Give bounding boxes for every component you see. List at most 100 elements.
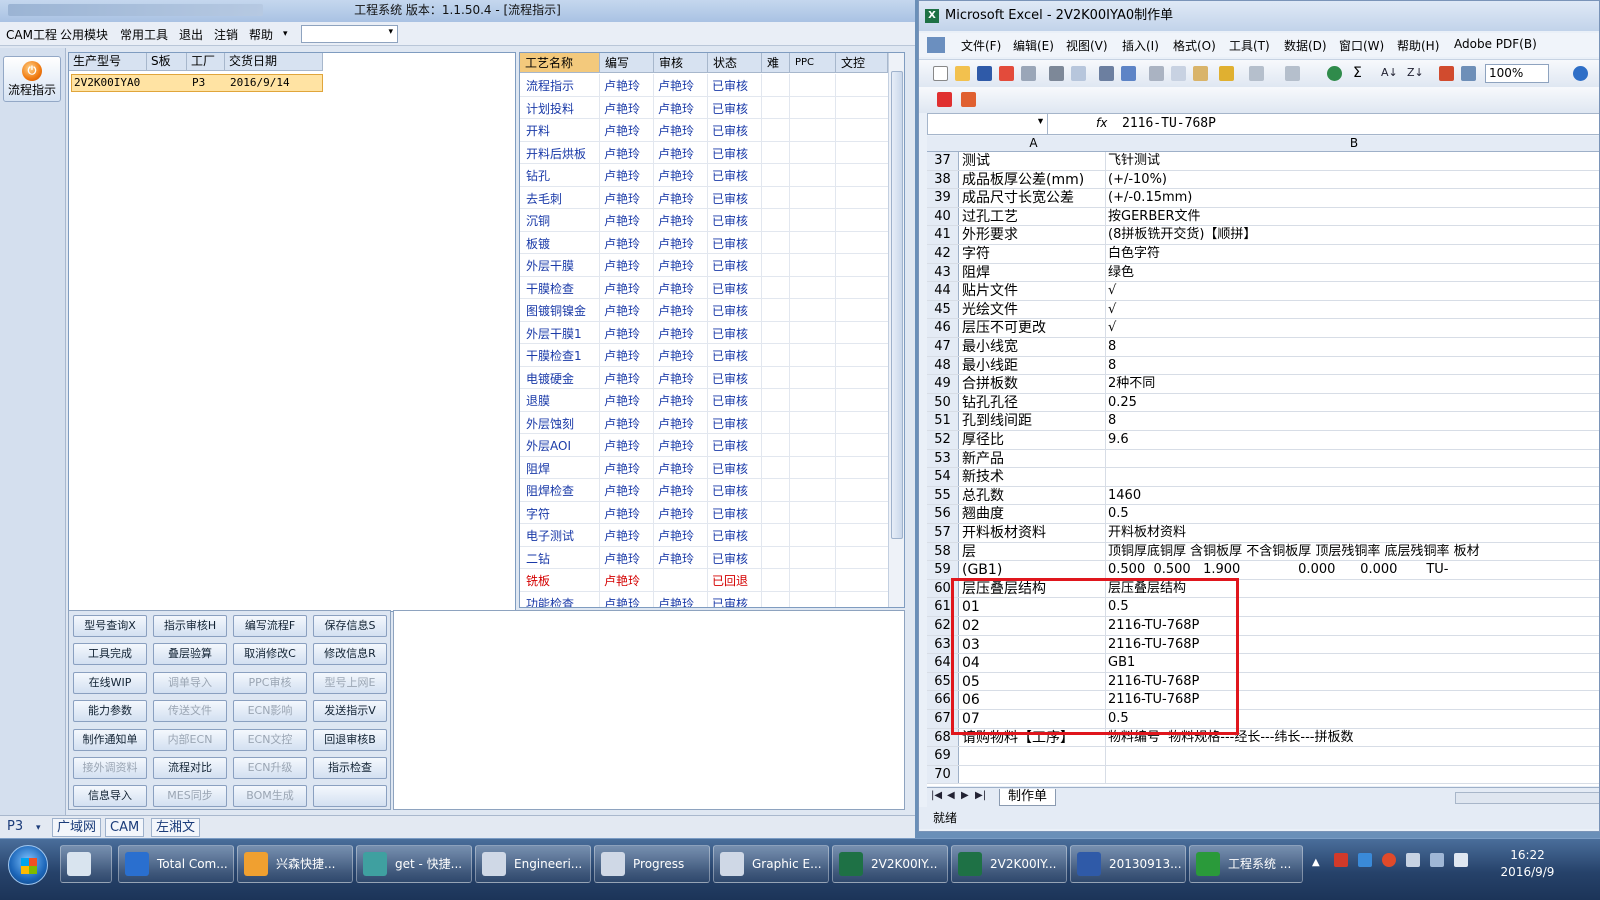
- tray-volume-icon[interactable]: [1454, 853, 1468, 867]
- tray-g-icon[interactable]: [1382, 853, 1396, 867]
- cell-b[interactable]: 开料板材资料: [1107, 524, 1599, 542]
- process-row[interactable]: 字符 卢艳玲 卢艳玲 已审核: [520, 501, 888, 524]
- cell-b[interactable]: 8: [1107, 338, 1599, 356]
- row-number[interactable]: 56: [927, 505, 959, 523]
- action-button-6-3[interactable]: [313, 785, 387, 808]
- row-number[interactable]: 70: [927, 765, 959, 784]
- cell-a[interactable]: 过孔工艺: [961, 207, 1106, 226]
- name-box[interactable]: ▾: [928, 114, 1048, 134]
- open-folder-icon[interactable]: [955, 66, 970, 81]
- row-number[interactable]: 41: [927, 226, 959, 244]
- plant-dropdown-arrow-icon[interactable]: ▾: [36, 823, 41, 833]
- cell-a[interactable]: 贴片文件: [961, 282, 1106, 300]
- formula-input[interactable]: 2116-TU-768P: [1122, 116, 1216, 131]
- action-button-5-2[interactable]: ECN升级: [233, 757, 307, 779]
- action-button-4-2[interactable]: ECN文控: [233, 728, 307, 751]
- tray-expand-icon[interactable]: ▲: [1312, 857, 1320, 868]
- column-header-b[interactable]: B: [1107, 136, 1599, 150]
- spelling-icon[interactable]: [1099, 66, 1114, 81]
- taskbar-item-5[interactable]: Progress: [594, 845, 710, 883]
- process-grid[interactable]: 工艺名称 编写 审核 状态 难 PPC 文控 流程指示 卢艳玲 卢艳玲 已审核 计划投料…: [519, 52, 905, 608]
- process-row[interactable]: 铣板 卢艳玲 已回退: [520, 569, 888, 592]
- cell-b[interactable]: 1460: [1107, 487, 1599, 505]
- row-number[interactable]: 38: [927, 170, 959, 189]
- pdf-email-icon[interactable]: [961, 92, 976, 107]
- menu-logout[interactable]: 注销: [214, 26, 238, 43]
- cell-a[interactable]: 新产品: [961, 449, 1106, 468]
- cell-a[interactable]: [961, 747, 1106, 765]
- action-button-1-1[interactable]: 叠层验算: [153, 643, 227, 666]
- sheet-first-icon[interactable]: |◀: [931, 790, 942, 801]
- process-row[interactable]: 钻孔 卢艳玲 卢艳玲 已审核: [520, 164, 888, 187]
- tray-flag-icon[interactable]: [1406, 853, 1420, 867]
- process-scroll-thumb[interactable]: [891, 71, 903, 539]
- taskbar-item-2[interactable]: 兴森快捷...: [237, 845, 353, 883]
- action-button-3-3[interactable]: 发送指示V: [313, 700, 387, 723]
- action-button-0-2[interactable]: 编写流程F: [233, 615, 307, 637]
- permission-icon[interactable]: [999, 66, 1014, 81]
- save-icon[interactable]: [977, 66, 992, 81]
- order-header-due-date[interactable]: 交货日期: [225, 53, 323, 71]
- cell-b[interactable]: 9.6: [1107, 431, 1599, 449]
- horizontal-scrollbar[interactable]: [1455, 792, 1599, 804]
- process-row[interactable]: 去毛刺 卢艳玲 卢艳玲 已审核: [520, 186, 888, 209]
- status-tab-wan[interactable]: 广域网: [52, 818, 102, 837]
- cell-b[interactable]: 0.500 0.500 1.900 0.000 0.000 TU-: [1107, 561, 1599, 579]
- cell-b[interactable]: [1107, 468, 1599, 486]
- process-header-doc-control[interactable]: 文控: [836, 53, 888, 73]
- sheet-tab-production[interactable]: 制作单: [999, 789, 1057, 806]
- tray-app-icon[interactable]: [1358, 853, 1372, 867]
- cell-b[interactable]: √: [1107, 319, 1599, 337]
- row-number[interactable]: 55: [927, 486, 959, 505]
- action-button-2-0[interactable]: 在线WIP: [73, 671, 147, 694]
- row-number[interactable]: 46: [927, 319, 959, 337]
- cell-a[interactable]: 成品尺寸长宽公差: [961, 189, 1106, 207]
- action-button-1-0[interactable]: 工具完成: [73, 643, 147, 666]
- cell-a[interactable]: 测试: [961, 152, 1106, 170]
- row-number[interactable]: 51: [927, 412, 959, 430]
- sheet-prev-icon[interactable]: ◀: [947, 790, 955, 801]
- cell-a[interactable]: 层压不可更改: [961, 319, 1106, 337]
- process-row[interactable]: 干膜检查 卢艳玲 卢艳玲 已审核: [520, 276, 888, 299]
- menu-combo-box[interactable]: [301, 25, 398, 43]
- row-number[interactable]: 58: [927, 542, 959, 561]
- menu-cam[interactable]: CAM工程: [6, 26, 57, 43]
- process-row[interactable]: 电子测试 卢艳玲 卢艳玲 已审核: [520, 524, 888, 547]
- menu-help[interactable]: 帮助: [249, 26, 273, 43]
- help-dropdown-arrow-icon[interactable]: ▾: [283, 29, 288, 39]
- cell-b[interactable]: 8: [1107, 412, 1599, 430]
- order-grid[interactable]: 生产型号 S板 工厂 交货日期 2V2K00IYA0 P3 2016/9/14: [68, 52, 516, 612]
- excel-menu-adobe-pdf[interactable]: Adobe PDF(B): [1454, 37, 1537, 51]
- cell-a[interactable]: 最小线距: [961, 356, 1106, 375]
- process-row[interactable]: 板镀 卢艳玲 卢艳玲 已审核: [520, 231, 888, 254]
- order-header-model[interactable]: 生产型号: [69, 53, 147, 71]
- print-icon[interactable]: [1049, 66, 1064, 81]
- process-row[interactable]: 计划投料 卢艳玲 卢艳玲 已审核: [520, 96, 888, 119]
- zoom-combo[interactable]: 100%: [1485, 64, 1549, 83]
- column-header-a[interactable]: A: [961, 136, 1106, 150]
- process-row[interactable]: 沉铜 卢艳玲 卢艳玲 已审核: [520, 209, 888, 232]
- row-number[interactable]: 52: [927, 431, 959, 449]
- excel-menu-data[interactable]: 数据(D): [1284, 37, 1327, 54]
- taskbar-item-3[interactable]: get - 快捷...: [356, 845, 472, 883]
- action-button-5-1[interactable]: 流程对比: [153, 757, 227, 779]
- row-number[interactable]: 48: [927, 356, 959, 375]
- action-button-2-2[interactable]: PPC审核: [233, 671, 307, 694]
- copy-icon[interactable]: [1171, 66, 1186, 81]
- excel-menu-file[interactable]: 文件(F): [961, 37, 1001, 54]
- row-number[interactable]: 44: [927, 282, 959, 300]
- row-number[interactable]: 43: [927, 263, 959, 282]
- action-button-0-0[interactable]: 型号查询X: [73, 615, 147, 637]
- order-header-sboard[interactable]: S板: [147, 53, 187, 71]
- cell-b[interactable]: [1107, 766, 1599, 784]
- action-button-1-3[interactable]: 修改信息R: [313, 643, 387, 666]
- namebox-dropdown-arrow-icon[interactable]: ▾: [1038, 116, 1043, 127]
- row-number[interactable]: 53: [927, 449, 959, 468]
- action-button-3-2[interactable]: ECN影响: [233, 700, 307, 723]
- process-row[interactable]: 功能检查 卢艳玲 卢艳玲 已审核: [520, 591, 888, 607]
- process-row[interactable]: 外层干膜1 卢艳玲 卢艳玲 已审核: [520, 321, 888, 344]
- cell-a[interactable]: (GB1): [961, 561, 1106, 579]
- cell-b[interactable]: (+/-0.15mm): [1107, 189, 1599, 207]
- process-scrollbar[interactable]: [888, 53, 904, 607]
- cell-a[interactable]: 最小线宽: [961, 338, 1106, 356]
